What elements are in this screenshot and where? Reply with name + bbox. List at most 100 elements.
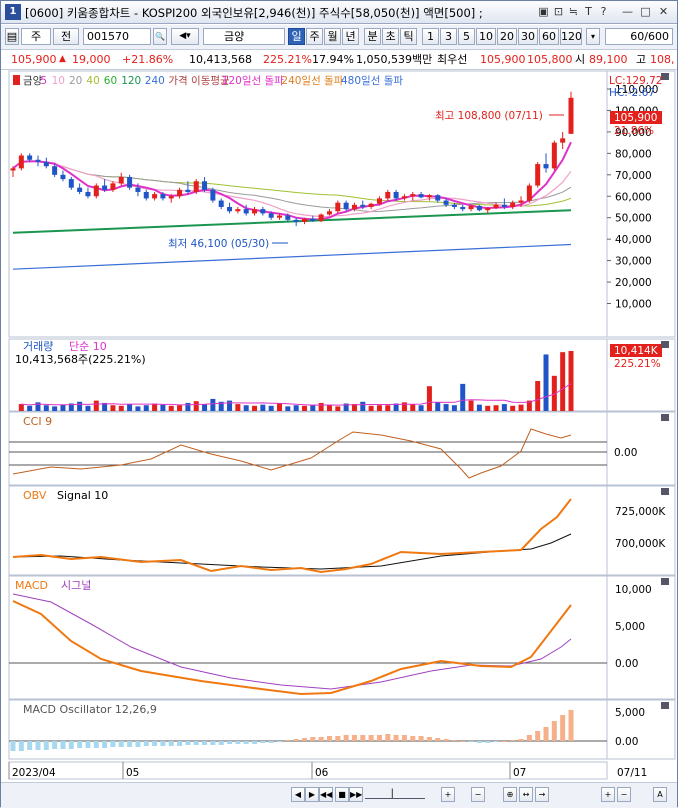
period-second[interactable]: 초 (382, 28, 399, 45)
candle-body (35, 159, 41, 162)
screen-icon[interactable]: ⊡ (552, 5, 565, 18)
text-size-icon[interactable]: A (653, 787, 667, 802)
candle-body (435, 195, 441, 201)
volume-last-pct: 225.21% (614, 358, 661, 370)
candle-body (27, 155, 33, 160)
price-legend-item: 5 (40, 75, 47, 87)
volume-bar (85, 405, 91, 411)
candle-body (135, 187, 141, 192)
market-select[interactable]: 주 (21, 28, 51, 45)
volume-bar (18, 404, 24, 411)
chart-area[interactable]: 110,000100,00090,00080,00070,00060,00050… (1, 69, 677, 781)
period-day[interactable]: 일 (288, 28, 305, 45)
osc-bar (560, 715, 566, 741)
search-icon[interactable]: 🔍 (153, 28, 167, 45)
period-minute[interactable]: 분 (364, 28, 381, 45)
help-icon[interactable]: ? (597, 5, 610, 18)
date-tick-label: 07 (513, 767, 526, 779)
prev-icon[interactable]: ◀ (291, 787, 305, 802)
text-icon[interactable]: T (582, 5, 595, 18)
osc-legend: MACD Oscillator 12,26,9 (23, 703, 157, 716)
volume-bar (301, 405, 307, 411)
candle-body (118, 176, 124, 184)
volume-bar (110, 405, 116, 411)
pin-icon[interactable]: ▣ (537, 5, 550, 18)
speaker-icon[interactable]: ◀▾ (171, 28, 199, 45)
osc-bar (418, 736, 424, 741)
candle-body (510, 202, 516, 207)
osc-bar (385, 734, 391, 741)
macd-legend: MACD (15, 579, 48, 592)
maximize-button[interactable]: □ (639, 5, 652, 18)
price-legend-item: 120 (121, 75, 141, 87)
volume-bar (560, 352, 566, 411)
osc-bar (93, 741, 99, 748)
stop-icon[interactable]: ■ (335, 787, 349, 802)
forward-icon[interactable]: ▶▶ (349, 787, 363, 802)
interval-30[interactable]: 30 (518, 28, 538, 45)
candle-body (243, 209, 249, 214)
price-tick-label: 80,000 (615, 148, 652, 160)
market-kind-button[interactable]: 전 (53, 28, 79, 45)
interval-10[interactable]: 10 (476, 28, 496, 45)
volume-bar (43, 405, 49, 411)
stock-name-field[interactable]: 금양 (203, 28, 285, 45)
interval-1[interactable]: 1 (422, 28, 439, 45)
osc-bar (27, 741, 33, 750)
interval-3[interactable]: 3 (440, 28, 457, 45)
osc-bar (227, 741, 233, 744)
plus-icon[interactable]: + (601, 787, 615, 802)
osc-tick-1: 5,000 (615, 707, 645, 719)
osc-bar (426, 737, 432, 741)
period-week[interactable]: 주 (306, 28, 323, 45)
osc-tick-2: 0.00 (615, 736, 638, 748)
legend-candle-icon (13, 75, 20, 85)
volume-ratio: 225.21% (263, 53, 312, 66)
volume-bar (385, 405, 391, 411)
interval-120[interactable]: 120 (560, 28, 582, 45)
volume-bar (326, 405, 332, 411)
volume-bar (52, 406, 58, 411)
pan-icon[interactable]: ↔ (519, 787, 533, 802)
osc-bar (160, 741, 166, 746)
close-button[interactable]: ✕ (657, 5, 670, 18)
candle-body (426, 195, 432, 198)
rewind-icon[interactable]: ◀◀ (319, 787, 333, 802)
pane-menu-icon (661, 73, 669, 80)
volume-bar (227, 400, 233, 411)
osc-bar (110, 741, 116, 747)
candle-body (52, 166, 58, 175)
candle-body (343, 202, 349, 210)
price-tick-label: 10,000 (615, 299, 652, 311)
candle-body (310, 218, 316, 221)
period-month[interactable]: 월 (324, 28, 341, 45)
interval-5[interactable]: 5 (458, 28, 475, 45)
interval-20[interactable]: 20 (497, 28, 517, 45)
zoom-in-icon[interactable]: + (441, 787, 455, 802)
next-icon[interactable]: ▶ (305, 787, 319, 802)
arrow-right-icon[interactable]: → (535, 787, 549, 802)
target-icon[interactable]: ⊕ (503, 787, 517, 802)
high-annotation: 최고 108,800 (07/11) (435, 110, 543, 122)
volume-bar (435, 402, 441, 411)
code-input[interactable]: 001570 (83, 28, 151, 45)
osc-bar (318, 737, 324, 741)
period-year[interactable]: 년 (342, 28, 359, 45)
osc-bar (368, 735, 374, 741)
data-count-field[interactable]: 60/600 (605, 28, 673, 45)
zoom-out-icon[interactable]: − (471, 787, 485, 802)
volume-bar (451, 405, 457, 411)
candle-body (260, 209, 266, 214)
period-tick[interactable]: 틱 (400, 28, 417, 45)
osc-bar (235, 741, 241, 744)
volume-bar (260, 404, 266, 411)
dropdown-icon[interactable]: ▾ (586, 28, 600, 45)
link-icon[interactable]: ≒ (567, 5, 580, 18)
interval-60[interactable]: 60 (539, 28, 559, 45)
slider-track[interactable]: ▏ (365, 787, 425, 799)
minus-icon[interactable]: − (617, 787, 631, 802)
candle-body (277, 215, 283, 218)
minimize-button[interactable]: — (621, 5, 634, 18)
volume-bar (93, 400, 99, 411)
menu-icon[interactable]: ▤ (5, 28, 19, 45)
